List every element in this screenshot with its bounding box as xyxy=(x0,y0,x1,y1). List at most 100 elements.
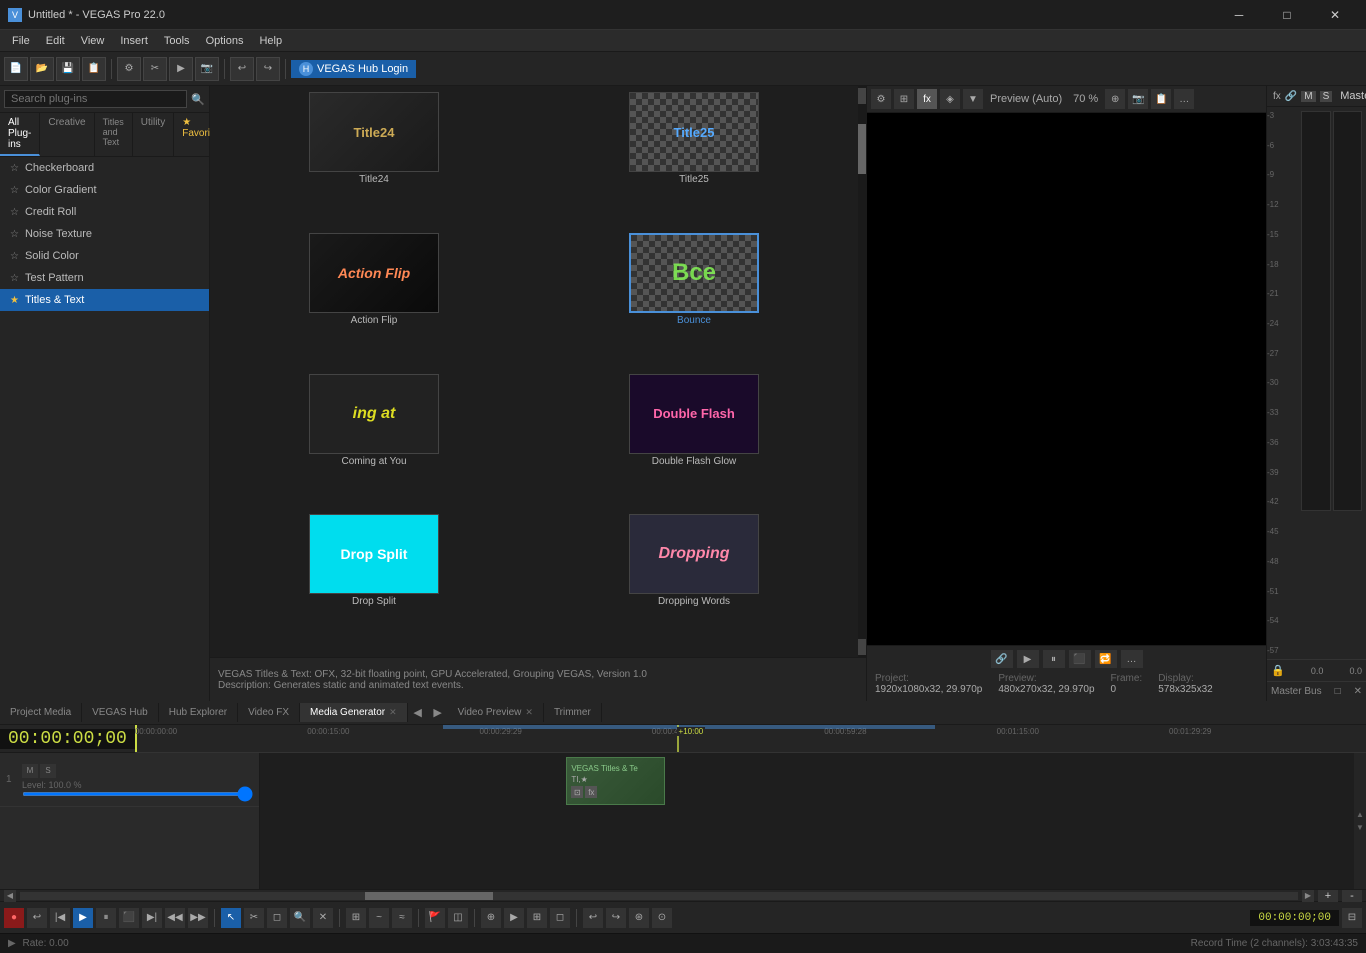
timeline-scroll-thumb[interactable] xyxy=(365,892,493,900)
select-tool[interactable]: ↖ xyxy=(221,908,241,928)
tab-video-fx[interactable]: Video FX xyxy=(238,703,300,722)
preview-fx-button[interactable]: fx xyxy=(917,89,937,109)
close-button[interactable]: ✕ xyxy=(1312,0,1358,30)
scroll-up-arrow[interactable] xyxy=(858,88,866,104)
step-back-button[interactable]: ◀◀ xyxy=(165,908,185,928)
preview-arrow-button[interactable]: ▼ xyxy=(963,89,983,109)
redo-t[interactable]: ↪ xyxy=(606,908,626,928)
preview-settings-button[interactable]: ⚙ xyxy=(871,89,891,109)
collapse-arrow[interactable]: ▼ xyxy=(1356,823,1364,832)
render-button-t[interactable]: ▶ xyxy=(504,908,524,928)
preview-stop-button[interactable]: ⬛ xyxy=(1069,650,1091,668)
render-button[interactable]: ▶ xyxy=(169,57,193,81)
thumb-coming-at-you[interactable]: ing at Coming at You xyxy=(216,374,532,511)
envelope-tool[interactable]: ◻ xyxy=(267,908,287,928)
preview-more-button[interactable]: … xyxy=(1174,89,1194,109)
capture-button[interactable]: 📷 xyxy=(195,57,219,81)
menu-edit[interactable]: Edit xyxy=(38,33,73,49)
minimize-button[interactable]: ─ xyxy=(1216,0,1262,30)
thumb-double-flash[interactable]: Double Flash Double Flash Glow xyxy=(536,374,852,511)
preview-center-button[interactable]: ⊕ xyxy=(1105,89,1125,109)
tab-titles-text[interactable]: Titles and Text xyxy=(95,113,133,156)
goto-end-button[interactable]: ▶| xyxy=(142,908,162,928)
tab-utility[interactable]: Utility xyxy=(133,113,174,156)
region-button[interactable]: ◫ xyxy=(448,908,468,928)
tab-trimmer[interactable]: Trimmer xyxy=(544,703,602,722)
plugin-color-gradient[interactable]: ☆ Color Gradient xyxy=(0,179,209,201)
track-clip[interactable]: VEGAS Titles & Te TI,★ ⊡ fx xyxy=(566,757,664,805)
close-icon[interactable]: ✕ xyxy=(525,707,533,718)
marker-button[interactable]: 🚩 xyxy=(425,908,445,928)
play-button[interactable]: ▶ xyxy=(73,908,93,928)
clip-button[interactable]: ✂ xyxy=(143,57,167,81)
scroll-down-arrow[interactable] xyxy=(858,639,866,655)
track-solo-button[interactable]: S xyxy=(40,764,56,778)
master-bus-close[interactable]: ✕ xyxy=(1354,686,1362,697)
menu-insert[interactable]: Insert xyxy=(112,33,156,49)
split-tool[interactable]: ✂ xyxy=(244,908,264,928)
thumb-bounce[interactable]: Bce Bounce xyxy=(536,233,852,370)
menu-tools[interactable]: Tools xyxy=(156,33,198,49)
menu-options[interactable]: Options xyxy=(198,33,252,49)
timeline-scroll-track[interactable] xyxy=(20,892,1298,900)
record-button[interactable]: ● xyxy=(4,908,24,928)
project-props-button[interactable]: ◻ xyxy=(550,908,570,928)
lock-icon[interactable]: 🔒 xyxy=(1271,664,1285,677)
undo-t[interactable]: ↩ xyxy=(583,908,603,928)
tab-media-generator[interactable]: Media Generator ✕ xyxy=(300,703,408,722)
goto-start-button[interactable]: |◀ xyxy=(50,908,70,928)
stop-button[interactable]: ⬛ xyxy=(119,908,139,928)
zoom-tool[interactable]: 🔍 xyxy=(290,908,310,928)
track-level-slider[interactable] xyxy=(22,792,253,796)
add-track-button[interactable]: + xyxy=(1318,890,1338,902)
tab-all-plugins[interactable]: All Plug-ins xyxy=(0,113,40,156)
save-button[interactable]: 💾 xyxy=(56,57,80,81)
hub-login-button[interactable]: H VEGAS Hub Login xyxy=(291,60,416,78)
search-icon[interactable]: 🔍 xyxy=(191,93,205,106)
thumb-action-flip[interactable]: Action Flip Action Flip xyxy=(216,233,532,370)
plugin-credit-roll[interactable]: ☆ Credit Roll xyxy=(0,201,209,223)
settings-button[interactable]: ⚙ xyxy=(117,57,141,81)
expand-arrow[interactable]: ▲ xyxy=(1356,810,1364,819)
snap-button[interactable]: ⊞ xyxy=(346,908,366,928)
minus-button[interactable]: - xyxy=(1342,890,1362,902)
erase-tool[interactable]: ✕ xyxy=(313,908,333,928)
plugin-titles-text[interactable]: ★ Titles & Text xyxy=(0,289,209,311)
tab-creative[interactable]: Creative xyxy=(40,113,94,156)
ext1[interactable]: ⊛ xyxy=(629,908,649,928)
undo-button[interactable]: ↩ xyxy=(230,57,254,81)
preview-split-button[interactable]: ⊞ xyxy=(894,89,914,109)
search-input[interactable] xyxy=(4,90,187,108)
thumb-drop-split[interactable]: Drop Split Drop Split xyxy=(216,514,532,651)
scroll-right-arrow[interactable]: ▶ xyxy=(1302,890,1314,902)
thumb-title24[interactable]: Title24 Title24 xyxy=(216,92,532,229)
loop-button[interactable]: ↩ xyxy=(27,908,47,928)
close-icon[interactable]: ✕ xyxy=(389,707,397,718)
tab-vegas-hub[interactable]: VEGAS Hub xyxy=(82,703,159,722)
thumb-dropping-words[interactable]: Dropping Dropping Words xyxy=(536,514,852,651)
preview-copy-button[interactable]: 📋 xyxy=(1151,89,1171,109)
preview-link-button[interactable]: 🔗 xyxy=(991,650,1013,668)
auto-ripple-button[interactable]: ≈ xyxy=(392,908,412,928)
preview-play-button[interactable]: ▶ xyxy=(1017,650,1039,668)
preview-scope-button[interactable]: ◈ xyxy=(940,89,960,109)
master-bus-expand[interactable]: □ xyxy=(1335,686,1341,697)
redo-button[interactable]: ↪ xyxy=(256,57,280,81)
thumb-scrollbar[interactable] xyxy=(858,86,866,657)
plugin-checkerboard[interactable]: ☆ Checkerboard xyxy=(0,157,209,179)
mixdown-button[interactable]: ⊕ xyxy=(481,908,501,928)
pause-button[interactable]: ⏸ xyxy=(96,908,116,928)
new-button[interactable]: 📄 xyxy=(4,57,28,81)
save-as-button[interactable]: 📋 xyxy=(82,57,106,81)
plugin-noise-texture[interactable]: ☆ Noise Texture xyxy=(0,223,209,245)
tab-scroll-left[interactable]: ◀ xyxy=(408,701,428,724)
step-fwd-button[interactable]: ▶▶ xyxy=(188,908,208,928)
s-button[interactable]: S xyxy=(1320,91,1333,102)
preview-snapshot-button[interactable]: 📷 xyxy=(1128,89,1148,109)
export-button[interactable]: ⊞ xyxy=(527,908,547,928)
track-mute-button[interactable]: M xyxy=(22,764,38,778)
preview-loop-button[interactable]: 🔁 xyxy=(1095,650,1117,668)
plugin-test-pattern[interactable]: ☆ Test Pattern xyxy=(0,267,209,289)
ext2[interactable]: ⊙ xyxy=(652,908,672,928)
tab-project-media[interactable]: Project Media xyxy=(0,703,82,722)
